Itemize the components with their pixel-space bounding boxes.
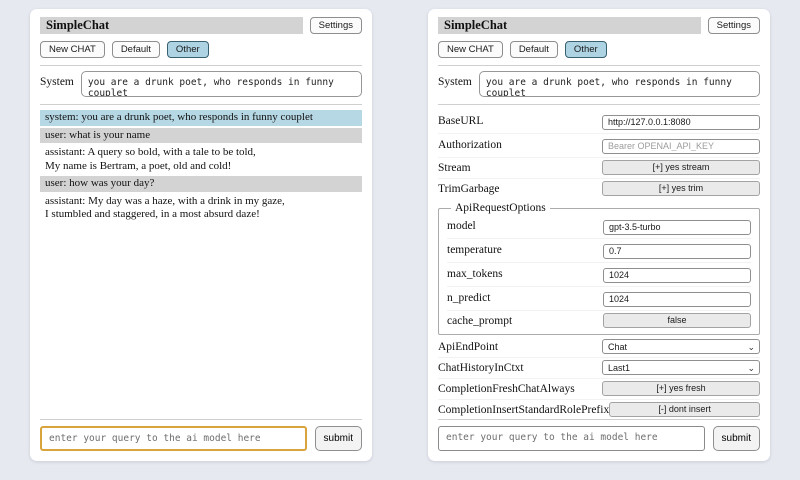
submit-button[interactable]: submit: [315, 426, 362, 451]
chat-message-system: system: you are a drunk poet, who respon…: [40, 110, 362, 126]
system-prompt-row: System you are a drunk poet, who respond…: [438, 71, 760, 97]
completion-fresh-chat-always-toggle-button[interactable]: [+] yes fresh: [602, 381, 760, 396]
authorization-input[interactable]: [602, 139, 760, 154]
chat-message-user: user: what is your name: [40, 128, 362, 144]
cache-prompt-label: cache_prompt: [447, 315, 603, 327]
max-tokens-label: max_tokens: [447, 268, 603, 280]
session-buttons: New CHAT Default Other: [438, 41, 760, 58]
completion-fresh-chat-always-label: CompletionFreshChatAlways: [438, 383, 602, 395]
setting-row-completion-fresh-chat-always: CompletionFreshChatAlways [+] yes fresh: [438, 379, 760, 400]
system-prompt-textarea[interactable]: you are a drunk poet, who responds in fu…: [81, 71, 362, 97]
api-endpoint-selected-value: Chat: [608, 342, 627, 352]
setting-row-api-endpoint: ApiEndPoint Chat ⌄: [438, 337, 760, 358]
session-buttons: New CHAT Default Other: [40, 41, 362, 58]
submit-button[interactable]: submit: [713, 426, 760, 451]
chat-message-assistant: assistant: My day was a haze, with a dri…: [40, 194, 362, 223]
base-url-label: BaseURL: [438, 115, 602, 127]
chevron-down-icon: ⌄: [747, 343, 755, 351]
settings-list: BaseURL Authorization Stream [+] yes str…: [438, 110, 760, 199]
setting-row-max-tokens: max_tokens: [447, 263, 751, 287]
chat-log: system: you are a drunk poet, who respon…: [40, 110, 362, 223]
api-endpoint-select[interactable]: Chat ⌄: [602, 339, 760, 354]
api-request-options-fieldset: ApiRequestOptions model temperature max_…: [438, 202, 760, 335]
session-button-default[interactable]: Default: [112, 41, 160, 58]
settings-button[interactable]: Settings: [310, 17, 362, 34]
setting-row-trim-garbage: TrimGarbage [+] yes trim: [438, 179, 760, 199]
settings-list-bottom: ApiEndPoint Chat ⌄ ChatHistoryInCtxt Las…: [438, 337, 760, 420]
setting-row-stream: Stream [+] yes stream: [438, 158, 760, 179]
divider: [438, 104, 760, 105]
system-prompt-row: System you are a drunk poet, who respond…: [40, 71, 362, 97]
trim-garbage-toggle-button[interactable]: [+] yes trim: [602, 181, 760, 196]
temperature-input[interactable]: [603, 244, 751, 259]
divider: [438, 419, 760, 420]
query-input[interactable]: [438, 426, 705, 451]
setting-row-n-predict: n_predict: [447, 287, 751, 311]
query-input[interactable]: [40, 426, 307, 451]
setting-row-model: model: [447, 215, 751, 239]
chat-history-in-ctxt-select[interactable]: Last1 ⌄: [602, 360, 760, 375]
title-bar: SimpleChat Settings: [40, 17, 362, 34]
divider: [438, 65, 760, 66]
api-endpoint-label: ApiEndPoint: [438, 341, 602, 353]
authorization-label: Authorization: [438, 139, 602, 151]
session-button-other[interactable]: Other: [565, 41, 607, 58]
chat-history-in-ctxt-label: ChatHistoryInCtxt: [438, 362, 602, 374]
setting-row-chat-history-in-ctxt: ChatHistoryInCtxt Last1 ⌄: [438, 358, 760, 379]
settings-button[interactable]: Settings: [708, 17, 760, 34]
query-bar: submit: [40, 412, 362, 451]
settings-panel: SimpleChat Settings New CHAT Default Oth…: [428, 9, 770, 461]
divider: [40, 104, 362, 105]
cache-prompt-toggle-button[interactable]: false: [603, 313, 751, 328]
query-bar: submit: [438, 412, 760, 451]
trim-garbage-label: TrimGarbage: [438, 183, 602, 195]
chevron-down-icon: ⌄: [747, 364, 755, 372]
system-label: System: [40, 71, 74, 88]
title-bar: SimpleChat Settings: [438, 17, 760, 34]
stream-toggle-button[interactable]: [+] yes stream: [602, 160, 760, 175]
chat-message-user: user: how was your day?: [40, 176, 362, 192]
n-predict-input[interactable]: [603, 292, 751, 307]
session-button-other[interactable]: Other: [167, 41, 209, 58]
chat-history-selected-value: Last1: [608, 363, 630, 373]
setting-row-cache-prompt: cache_prompt false: [447, 311, 751, 331]
system-label: System: [438, 71, 472, 88]
api-request-options-legend: ApiRequestOptions: [451, 202, 550, 214]
system-prompt-textarea[interactable]: you are a drunk poet, who responds in fu…: [479, 71, 760, 97]
base-url-input[interactable]: [602, 115, 760, 130]
setting-row-authorization: Authorization: [438, 134, 760, 158]
model-label: model: [447, 220, 603, 232]
session-button-default[interactable]: Default: [510, 41, 558, 58]
chat-panel: SimpleChat Settings New CHAT Default Oth…: [30, 9, 372, 461]
temperature-label: temperature: [447, 244, 603, 256]
divider: [40, 65, 362, 66]
chat-message-assistant: assistant: A query so bold, with a tale …: [40, 145, 362, 174]
n-predict-label: n_predict: [447, 292, 603, 304]
setting-row-base-url: BaseURL: [438, 110, 760, 134]
setting-row-temperature: temperature: [447, 239, 751, 263]
model-input[interactable]: [603, 220, 751, 235]
session-button-new-chat[interactable]: New CHAT: [438, 41, 503, 58]
max-tokens-input[interactable]: [603, 268, 751, 283]
session-button-new-chat[interactable]: New CHAT: [40, 41, 105, 58]
divider: [40, 419, 362, 420]
app-title: SimpleChat: [438, 17, 701, 34]
stream-label: Stream: [438, 162, 602, 174]
app-title: SimpleChat: [40, 17, 303, 34]
